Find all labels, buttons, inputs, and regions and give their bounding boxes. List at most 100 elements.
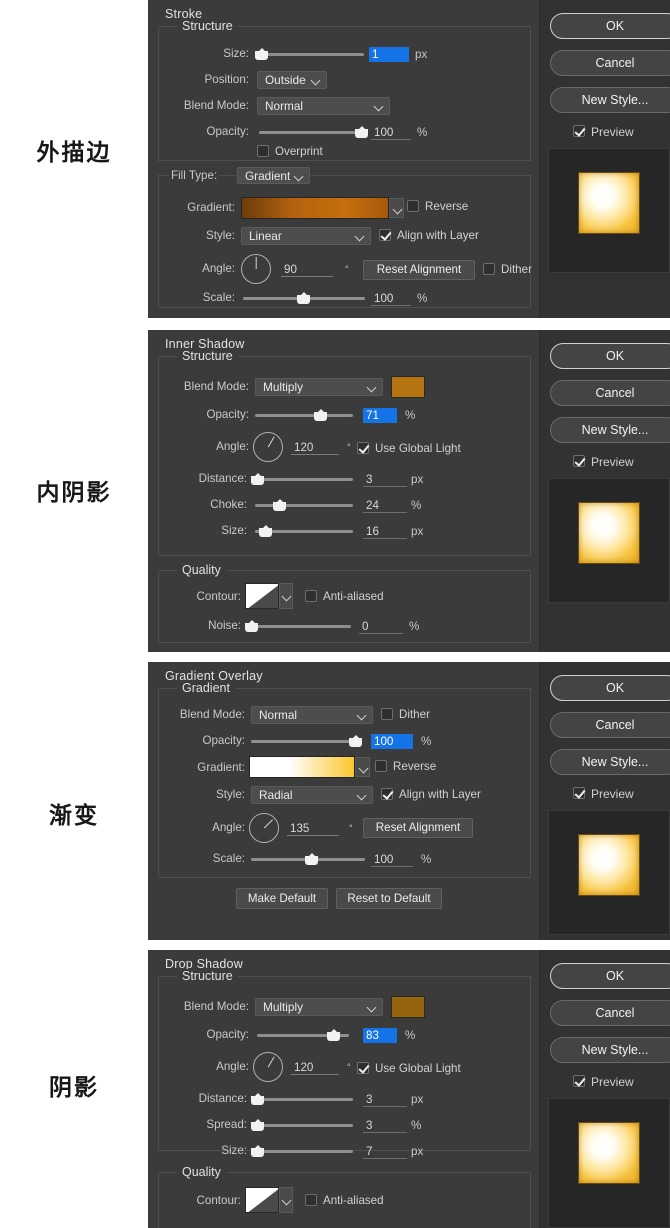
ok-button[interactable]: OK	[550, 675, 670, 701]
scale-label: Scale:	[202, 291, 235, 304]
shadow-color-swatch[interactable]	[391, 376, 425, 398]
scale-input[interactable]: 100	[371, 291, 411, 306]
angle-dial[interactable]	[253, 1052, 283, 1082]
chevron-down-icon[interactable]	[279, 1187, 293, 1213]
angle-input[interactable]: 135	[287, 821, 339, 836]
fill-type-dropdown[interactable]: Gradient	[237, 167, 310, 184]
angle-label: Angle:	[212, 821, 245, 834]
scale-slider-thumb[interactable]	[305, 853, 318, 865]
opacity-input[interactable]: 100	[371, 734, 413, 749]
spread-slider-track[interactable]	[255, 1124, 353, 1127]
choke-slider-thumb[interactable]	[273, 499, 286, 511]
ok-button[interactable]: OK	[550, 343, 670, 369]
ok-button[interactable]: OK	[550, 13, 670, 39]
make-default-button[interactable]: Make Default	[236, 888, 328, 909]
size-slider-thumb[interactable]	[259, 525, 272, 537]
ok-button[interactable]: OK	[550, 963, 670, 989]
size-slider-thumb[interactable]	[255, 48, 268, 60]
new-style-button[interactable]: New Style...	[550, 87, 670, 113]
distance-slider-thumb[interactable]	[251, 473, 264, 485]
gradient-swatch[interactable]	[241, 197, 404, 219]
blend-mode-dropdown[interactable]: Multiply	[255, 378, 383, 396]
size-slider-track[interactable]	[255, 1150, 353, 1153]
distance-slider-track[interactable]	[255, 1098, 353, 1101]
shadow-color-swatch[interactable]	[391, 996, 425, 1018]
distance-label: Distance:	[198, 472, 247, 485]
angle-dial[interactable]	[253, 432, 283, 462]
angle-input[interactable]: 90	[281, 262, 333, 277]
opacity-slider-thumb[interactable]	[314, 409, 327, 421]
size-slider-thumb[interactable]	[251, 1145, 264, 1157]
cancel-button[interactable]: Cancel	[550, 1000, 670, 1026]
reset-alignment-button[interactable]: Reset Alignment	[363, 818, 473, 838]
blend-mode-value: Multiply	[263, 1000, 303, 1014]
gradient-label: Gradient:	[187, 201, 235, 214]
new-style-button[interactable]: New Style...	[550, 417, 670, 443]
opacity-input[interactable]: 100	[371, 125, 411, 140]
noise-slider-thumb[interactable]	[245, 620, 258, 632]
opacity-slider-track[interactable]	[259, 131, 364, 134]
angle-label: Angle:	[216, 440, 249, 453]
angle-input[interactable]: 120	[291, 440, 339, 455]
style-dropdown[interactable]: Linear	[241, 227, 371, 245]
angle-input[interactable]: 120	[291, 1060, 339, 1075]
opacity-slider-track[interactable]	[255, 414, 353, 417]
position-dropdown[interactable]: Outside	[257, 71, 327, 89]
style-value: Linear	[249, 229, 282, 243]
angle-dial[interactable]	[241, 254, 271, 284]
chevron-down-icon[interactable]	[355, 757, 370, 777]
size-input[interactable]: 7	[363, 1144, 407, 1159]
blend-mode-dropdown[interactable]: Normal	[257, 97, 390, 115]
choke-slider-track[interactable]	[255, 504, 353, 507]
cancel-button[interactable]: Cancel	[550, 380, 670, 406]
group-fill-type: Fill Type: Gradient Gradient: Reverse St…	[158, 167, 532, 308]
noise-input[interactable]: 0	[359, 619, 403, 634]
size-slider-track[interactable]	[259, 53, 364, 56]
opacity-input[interactable]: 71	[363, 408, 397, 423]
annotation-inner-shadow: 内阴影	[36, 480, 112, 506]
scale-slider-thumb[interactable]	[297, 292, 310, 304]
new-style-button[interactable]: New Style...	[550, 1037, 670, 1063]
style-label: Style:	[216, 788, 245, 801]
blend-mode-dropdown[interactable]: Normal	[251, 706, 373, 724]
scale-unit: %	[417, 292, 428, 305]
size-label: Size:	[221, 1144, 247, 1157]
gradient-swatch[interactable]	[249, 756, 370, 778]
angle-dial[interactable]	[249, 813, 279, 843]
reset-to-default-button[interactable]: Reset to Default	[336, 888, 442, 909]
opacity-slider-thumb[interactable]	[355, 126, 368, 138]
chevron-down-icon[interactable]	[389, 198, 404, 218]
chevron-down-icon[interactable]	[279, 583, 293, 609]
size-input[interactable]: 16	[363, 524, 407, 539]
opacity-slider-thumb[interactable]	[327, 1029, 340, 1041]
reverse-label: Reverse	[393, 760, 437, 773]
row-gradient: Gradient: Reverse	[159, 196, 530, 220]
reset-alignment-button[interactable]: Reset Alignment	[363, 260, 475, 280]
opacity-input[interactable]: 83	[363, 1028, 397, 1043]
scale-input[interactable]: 100	[371, 852, 413, 867]
spread-slider-thumb[interactable]	[251, 1119, 264, 1131]
contour-preset-swatch[interactable]	[245, 583, 279, 609]
contour-preset-swatch[interactable]	[245, 1187, 279, 1213]
distance-slider-thumb[interactable]	[251, 1093, 264, 1105]
preview-label: Preview	[591, 787, 634, 801]
panel-body: Inner Shadow Structure Blend Mode: Multi…	[148, 330, 540, 652]
cancel-button[interactable]: Cancel	[550, 712, 670, 738]
choke-input[interactable]: 24	[363, 498, 407, 513]
position-label: Position:	[204, 73, 249, 86]
spread-input[interactable]: 3	[363, 1118, 407, 1133]
style-dropdown[interactable]: Radial	[251, 786, 373, 804]
new-style-button[interactable]: New Style...	[550, 749, 670, 775]
distance-input[interactable]: 3	[363, 1092, 407, 1107]
group-legend: Structure	[177, 969, 238, 983]
opacity-slider-track[interactable]	[251, 740, 357, 743]
distance-slider-track[interactable]	[255, 478, 353, 481]
annotation-gradient: 渐变	[49, 803, 99, 829]
opacity-slider-thumb[interactable]	[349, 735, 362, 747]
cancel-button[interactable]: Cancel	[550, 50, 670, 76]
noise-slider-track[interactable]	[251, 625, 351, 628]
distance-input[interactable]: 3	[363, 472, 407, 487]
size-input[interactable]: 1	[369, 47, 409, 62]
blend-mode-dropdown[interactable]: Multiply	[255, 998, 383, 1016]
blend-mode-value: Normal	[265, 99, 304, 113]
